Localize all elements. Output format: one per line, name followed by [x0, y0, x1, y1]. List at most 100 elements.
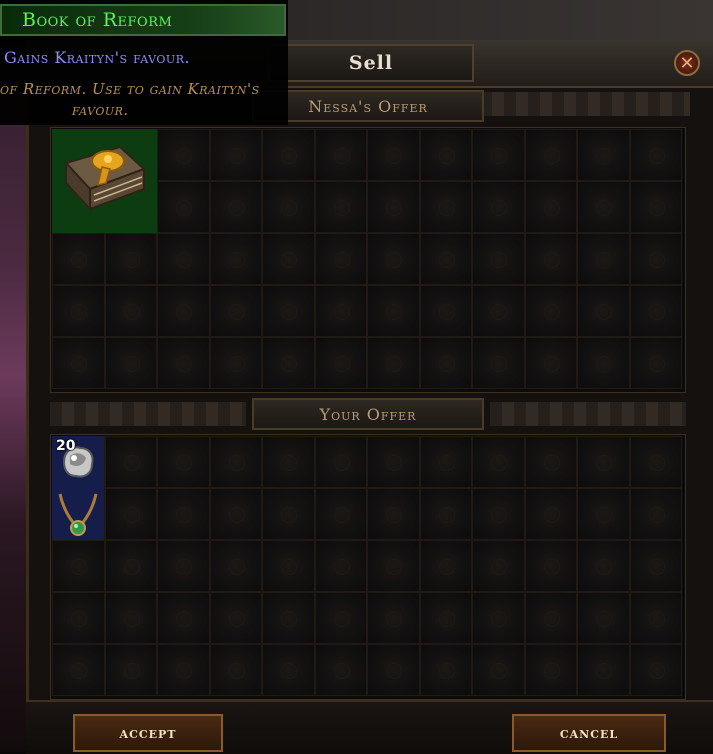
grid-cell[interactable] — [104, 488, 157, 540]
grid-cell[interactable] — [209, 337, 262, 389]
grid-cell[interactable] — [262, 644, 315, 696]
grid-cell[interactable] — [524, 436, 577, 488]
grid-cell[interactable] — [419, 181, 472, 233]
grid-cell[interactable] — [262, 540, 315, 592]
grid-cell[interactable] — [419, 233, 472, 285]
book-of-reform-item[interactable] — [52, 129, 157, 233]
grid-cell[interactable] — [577, 337, 630, 389]
grid-cell[interactable] — [524, 129, 577, 181]
grid-cell[interactable] — [262, 488, 315, 540]
grid-cell[interactable] — [104, 337, 157, 389]
grid-cell[interactable] — [157, 337, 210, 389]
grid-cell[interactable] — [104, 540, 157, 592]
grid-cell[interactable] — [419, 540, 472, 592]
accept-button[interactable]: accept — [73, 714, 223, 752]
grid-cell[interactable] — [524, 233, 577, 285]
grid-cell[interactable] — [629, 285, 682, 337]
grid-cell[interactable] — [472, 592, 525, 644]
grid-cell[interactable] — [52, 540, 105, 592]
grid-cell[interactable] — [314, 181, 367, 233]
grid-cell[interactable] — [104, 436, 157, 488]
grid-cell[interactable] — [52, 644, 105, 696]
grid-cell[interactable] — [577, 644, 630, 696]
grid-cell[interactable] — [472, 488, 525, 540]
grid-cell[interactable] — [52, 592, 105, 644]
grid-cell[interactable] — [629, 181, 682, 233]
grid-cell[interactable] — [314, 337, 367, 389]
grid-cell[interactable] — [629, 488, 682, 540]
grid-cell[interactable] — [52, 285, 105, 337]
grid-cell[interactable] — [209, 233, 262, 285]
grid-cell[interactable] — [209, 644, 262, 696]
grid-cell[interactable] — [367, 129, 420, 181]
grid-cell[interactable] — [209, 129, 262, 181]
grid-cell[interactable] — [577, 592, 630, 644]
grid-cell[interactable] — [577, 129, 630, 181]
grid-cell[interactable] — [419, 337, 472, 389]
grid-cell[interactable] — [157, 488, 210, 540]
grid-cell[interactable] — [524, 285, 577, 337]
grid-cell[interactable] — [157, 129, 210, 181]
grid-cell[interactable] — [524, 540, 577, 592]
grid-cell[interactable] — [629, 337, 682, 389]
grid-cell[interactable] — [209, 488, 262, 540]
grid-cell[interactable] — [209, 540, 262, 592]
grid-cell[interactable] — [157, 181, 210, 233]
grid-cell[interactable] — [262, 233, 315, 285]
grid-cell[interactable] — [367, 540, 420, 592]
grid-cell[interactable] — [419, 488, 472, 540]
grid-cell[interactable] — [262, 181, 315, 233]
your-offer-grid[interactable] — [52, 436, 682, 696]
grid-cell[interactable] — [157, 540, 210, 592]
grid-cell[interactable] — [472, 337, 525, 389]
close-button[interactable]: ✕ — [674, 50, 700, 76]
grid-cell[interactable] — [419, 644, 472, 696]
grid-cell[interactable] — [367, 337, 420, 389]
grid-cell[interactable] — [524, 337, 577, 389]
grid-cell[interactable] — [472, 233, 525, 285]
grid-cell[interactable] — [577, 181, 630, 233]
grid-cell[interactable] — [157, 436, 210, 488]
grid-cell[interactable] — [577, 488, 630, 540]
grid-cell[interactable] — [367, 436, 420, 488]
orb-item[interactable]: 20 — [52, 436, 104, 488]
grid-cell[interactable] — [209, 592, 262, 644]
grid-cell[interactable] — [367, 488, 420, 540]
grid-cell[interactable] — [314, 644, 367, 696]
grid-cell[interactable] — [209, 181, 262, 233]
grid-cell[interactable] — [419, 592, 472, 644]
grid-cell[interactable] — [262, 436, 315, 488]
grid-cell[interactable] — [629, 592, 682, 644]
grid-cell[interactable] — [104, 233, 157, 285]
grid-cell[interactable] — [157, 285, 210, 337]
grid-cell[interactable] — [367, 233, 420, 285]
grid-cell[interactable] — [577, 233, 630, 285]
grid-cell[interactable] — [367, 592, 420, 644]
grid-cell[interactable] — [629, 129, 682, 181]
grid-cell[interactable] — [209, 285, 262, 337]
grid-cell[interactable] — [157, 233, 210, 285]
grid-cell[interactable] — [314, 592, 367, 644]
grid-cell[interactable] — [262, 337, 315, 389]
grid-cell[interactable] — [367, 181, 420, 233]
grid-cell[interactable] — [52, 337, 105, 389]
grid-cell[interactable] — [524, 644, 577, 696]
grid-cell[interactable] — [367, 285, 420, 337]
grid-cell[interactable] — [209, 436, 262, 488]
grid-cell[interactable] — [472, 129, 525, 181]
grid-cell[interactable] — [472, 540, 525, 592]
grid-cell[interactable] — [629, 233, 682, 285]
grid-cell[interactable] — [577, 540, 630, 592]
grid-cell[interactable] — [314, 436, 367, 488]
tab-sell[interactable]: Sell — [268, 44, 474, 82]
grid-cell[interactable] — [472, 436, 525, 488]
grid-cell[interactable] — [524, 488, 577, 540]
grid-cell[interactable] — [577, 285, 630, 337]
grid-cell[interactable] — [314, 285, 367, 337]
grid-cell[interactable] — [262, 592, 315, 644]
grid-cell[interactable] — [419, 285, 472, 337]
grid-cell[interactable] — [577, 436, 630, 488]
grid-cell[interactable] — [419, 436, 472, 488]
grid-cell[interactable] — [472, 181, 525, 233]
grid-cell[interactable] — [314, 129, 367, 181]
